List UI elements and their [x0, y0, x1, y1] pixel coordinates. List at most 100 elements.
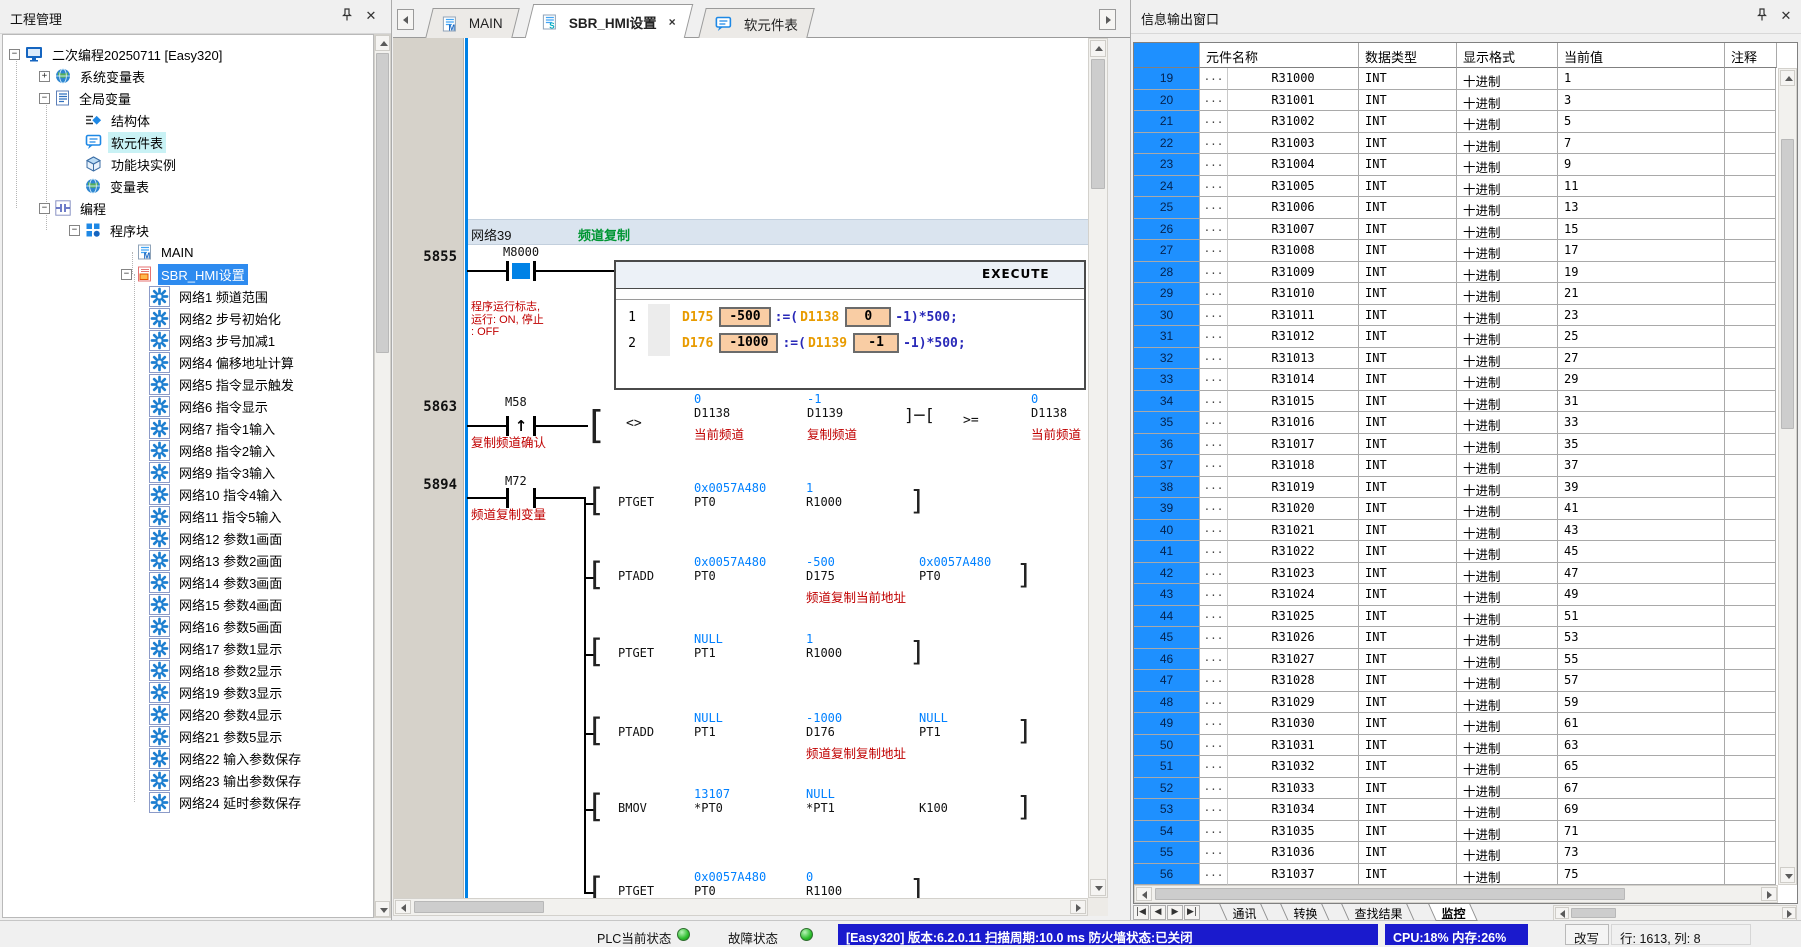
row-expand-dots[interactable]: ... — [1200, 197, 1228, 219]
row-expand-dots[interactable]: ... — [1200, 455, 1228, 477]
contact-m58-rising-edge[interactable]: ↑ — [506, 416, 536, 436]
tree-item-软元件表[interactable]: 软元件表 — [3, 131, 166, 153]
watch-row-R31029[interactable]: 48...R31029INT十进制59 — [1134, 692, 1797, 714]
tab-scroll-left-button[interactable] — [397, 9, 414, 30]
tree-item-全局变量[interactable]: −全局变量 — [3, 87, 134, 109]
tab-last-button[interactable]: ▶| — [1184, 905, 1200, 920]
watch-row-R31020[interactable]: 39...R31020INT十进制41 — [1134, 498, 1797, 520]
tree-item-功能块实例[interactable]: 功能块实例 — [3, 153, 179, 175]
row-expand-dots[interactable]: ... — [1200, 305, 1228, 327]
header-comment[interactable]: 注释 — [1725, 43, 1777, 68]
watch-row-R31024[interactable]: 43...R31024INT十进制49 — [1134, 584, 1797, 606]
watch-row-R31032[interactable]: 51...R31032INT十进制65 — [1134, 756, 1797, 778]
row-expand-dots[interactable]: ... — [1200, 864, 1228, 886]
row-expand-dots[interactable]: ... — [1200, 735, 1228, 757]
tree-item-网络19 参数3显示[interactable]: 网络19 参数3显示 — [3, 681, 285, 703]
output-tab-scrollbar[interactable] — [1553, 905, 1797, 921]
row-expand-dots[interactable]: ... — [1200, 498, 1228, 520]
watch-row-R31021[interactable]: 40...R31021INT十进制43 — [1134, 520, 1797, 542]
tree-item-网络9 指令3输入[interactable]: 网络9 指令3输入 — [3, 461, 278, 483]
watch-row-R31002[interactable]: 21...R31002INT十进制5 — [1134, 111, 1797, 133]
row-expand-dots[interactable]: ... — [1200, 627, 1228, 649]
collapse-icon[interactable]: − — [39, 93, 50, 104]
tree-item-网络10 指令4输入[interactable]: 网络10 指令4输入 — [3, 483, 285, 505]
tree-scrollbar[interactable] — [374, 34, 391, 918]
contact-m8000[interactable] — [506, 261, 536, 281]
row-expand-dots[interactable]: ... — [1200, 111, 1228, 133]
watch-row-R31008[interactable]: 27...R31008INT十进制17 — [1134, 240, 1797, 262]
tree-item-网络6 指令显示[interactable]: 网络6 指令显示 — [3, 395, 271, 417]
tree-item-变量表[interactable]: 变量表 — [3, 175, 152, 197]
tree-item-编程[interactable]: −编程 — [3, 197, 109, 219]
row-expand-dots[interactable]: ... — [1200, 369, 1228, 391]
tree-item-网络15 参数4画面[interactable]: 网络15 参数4画面 — [3, 593, 285, 615]
row-expand-dots[interactable]: ... — [1200, 262, 1228, 284]
watch-row-R31035[interactable]: 54...R31035INT十进制71 — [1134, 821, 1797, 843]
row-expand-dots[interactable]: ... — [1200, 799, 1228, 821]
tree-item-网络4 偏移地址计算[interactable]: 网络4 偏移地址计算 — [3, 351, 297, 373]
row-expand-dots[interactable]: ... — [1200, 670, 1228, 692]
watch-row-R31025[interactable]: 44...R31025INT十进制51 — [1134, 606, 1797, 628]
tree-item-网络12 参数1画面[interactable]: 网络12 参数1画面 — [3, 527, 285, 549]
tree-item-程序块[interactable]: −程序块 — [3, 219, 152, 241]
watch-row-R31014[interactable]: 33...R31014INT十进制29 — [1134, 369, 1797, 391]
watch-row-R31010[interactable]: 29...R31010INT十进制21 — [1134, 283, 1797, 305]
watch-row-R31000[interactable]: 19...R31000INT十进制1 — [1134, 68, 1797, 90]
network-header[interactable]: 网络39 频道复制 — [468, 219, 1088, 245]
tree-item-网络1 频道范围[interactable]: 网络1 频道范围 — [3, 285, 271, 307]
tab-scroll-right-button[interactable] — [1099, 9, 1116, 30]
row-expand-dots[interactable]: ... — [1200, 176, 1228, 198]
pin-icon[interactable] — [338, 8, 356, 26]
instruction-ptget-3[interactable]: [PTGETNULLPT11R1000] — [393, 633, 1088, 693]
watch-row-R31018[interactable]: 37...R31018INT十进制37 — [1134, 455, 1797, 477]
watch-row-R31007[interactable]: 26...R31007INT十进制15 — [1134, 219, 1797, 241]
watch-row-R31016[interactable]: 35...R31016INT十进制33 — [1134, 412, 1797, 434]
watch-row-R31028[interactable]: 47...R31028INT十进制57 — [1134, 670, 1797, 692]
tab-close-icon[interactable]: × — [669, 15, 676, 29]
tree-item-网络5 指令显示触发[interactable]: 网络5 指令显示触发 — [3, 373, 297, 395]
row-expand-dots[interactable]: ... — [1200, 756, 1228, 778]
tree-item-结构体[interactable]: 结构体 — [3, 109, 153, 131]
watch-row-R31033[interactable]: 52...R31033INT十进制67 — [1134, 778, 1797, 800]
watch-row-R31019[interactable]: 38...R31019INT十进制39 — [1134, 477, 1797, 499]
collapse-icon[interactable]: − — [39, 203, 50, 214]
instruction-bmov-5[interactable]: [BMOV13107*PT0NULL*PT1K100] — [393, 788, 1088, 848]
st-code-area[interactable]: 1D175-500:=(D11380-1)*500;2D176-1000:=(D… — [616, 304, 1084, 356]
row-expand-dots[interactable]: ... — [1200, 434, 1228, 456]
instruction-ptget-6[interactable]: [PTGET0x0057A480PT00R1100] — [393, 871, 1088, 898]
watch-row-R31023[interactable]: 42...R31023INT十进制47 — [1134, 563, 1797, 585]
pin-icon[interactable] — [1753, 8, 1771, 26]
panel-splitter[interactable] — [1108, 38, 1130, 920]
close-icon[interactable]: ✕ — [362, 8, 380, 26]
tree-item-网络14 参数3画面[interactable]: 网络14 参数3画面 — [3, 571, 285, 593]
watch-row-R31013[interactable]: 32...R31013INT十进制27 — [1134, 348, 1797, 370]
watch-row-R31004[interactable]: 23...R31004INT十进制9 — [1134, 154, 1797, 176]
st-code-line-2[interactable]: 2D176-1000:=(D1139-1-1)*500; — [616, 330, 1084, 356]
row-expand-dots[interactable]: ... — [1200, 563, 1228, 585]
watch-row-R31009[interactable]: 28...R31009INT十进制19 — [1134, 262, 1797, 284]
header-current-value[interactable]: 当前值 — [1558, 43, 1725, 68]
row-expand-dots[interactable]: ... — [1200, 412, 1228, 434]
watch-row-R31026[interactable]: 45...R31026INT十进制53 — [1134, 627, 1797, 649]
row-expand-dots[interactable]: ... — [1200, 219, 1228, 241]
tree-item-网络7 指令1输入[interactable]: 网络7 指令1输入 — [3, 417, 278, 439]
editor-tab-软元件表[interactable]: 软元件表 — [698, 8, 814, 38]
row-expand-dots[interactable]: ... — [1200, 90, 1228, 112]
tab-prev-button[interactable]: ◀ — [1150, 905, 1166, 920]
tree-item-系统变量表[interactable]: +系统变量表 — [3, 65, 148, 87]
tree-item-网络24 延时参数保存[interactable]: 网络24 延时参数保存 — [3, 791, 304, 813]
tree-item-网络18 参数2显示[interactable]: 网络18 参数2显示 — [3, 659, 285, 681]
collapse-icon[interactable]: − — [69, 225, 80, 236]
row-expand-dots[interactable]: ... — [1200, 541, 1228, 563]
tree-item-网络16 参数5画面[interactable]: 网络16 参数5画面 — [3, 615, 285, 637]
instruction-ptget-1[interactable]: [PTGET0x0057A480PT01R1000] — [393, 482, 1088, 542]
compare-op-2[interactable]: >= — [963, 414, 979, 427]
row-expand-dots[interactable]: ... — [1200, 778, 1228, 800]
tree-item-MAIN[interactable]: MMAIN — [3, 241, 197, 263]
row-expand-dots[interactable]: ... — [1200, 283, 1228, 305]
execute-st-block[interactable]: EXECUTE 1D175-500:=(D11380-1)*500;2D176-… — [614, 260, 1086, 390]
watch-row-R31017[interactable]: 36...R31017INT十进制35 — [1134, 434, 1797, 456]
row-expand-dots[interactable]: ... — [1200, 584, 1228, 606]
collapse-icon[interactable]: − — [9, 49, 20, 60]
row-expand-dots[interactable]: ... — [1200, 477, 1228, 499]
